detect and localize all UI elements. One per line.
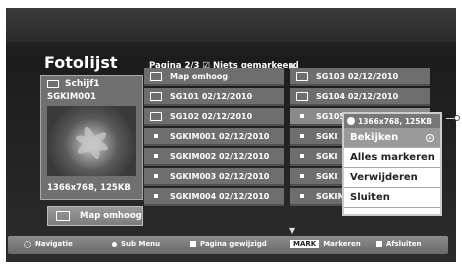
- help-navigation: Navigatie: [24, 240, 73, 248]
- file-icon: [300, 134, 304, 138]
- bottom-help-bar: Navigatie Sub Menu Pagina gewijzigd MARK…: [8, 236, 448, 254]
- pointer-dot-icon: [454, 115, 460, 121]
- scroll-down-icon[interactable]: ▼: [289, 226, 295, 235]
- list-item[interactable]: SGKIM003 02/12/2010: [144, 168, 284, 186]
- list-item[interactable]: SGKIM001 02/12/2010: [144, 128, 284, 146]
- preview-resolution: 1366x768, 125KB: [47, 183, 131, 193]
- radio-selected-icon: [426, 134, 434, 142]
- folder-up-icon: [56, 211, 70, 221]
- file-icon: [300, 154, 304, 158]
- photo-thumbnail: [47, 106, 136, 176]
- mark-key: MARK: [290, 240, 320, 248]
- menu-item-mark-all[interactable]: Alles markeren: [344, 148, 440, 168]
- file-icon: [154, 154, 158, 158]
- file-icon: [300, 114, 304, 118]
- file-icon: [154, 194, 158, 198]
- folder-icon: [150, 91, 162, 101]
- navigation-icon: [24, 240, 31, 248]
- exit-key-icon: [376, 241, 382, 247]
- folder-icon: [47, 79, 59, 88]
- folder-icon: [296, 91, 308, 101]
- preview-panel: Schijf1 SGKIM001 1366x768, 125KB: [40, 75, 143, 200]
- file-icon: [300, 174, 304, 178]
- file-icon: [154, 174, 158, 178]
- drive-label: Schijf1: [47, 79, 100, 89]
- file-icon: [154, 134, 158, 138]
- folder-icon: [150, 111, 162, 121]
- list-item[interactable]: SG104 02/12/2010: [290, 88, 430, 106]
- list-item[interactable]: SGKIM002 02/12/2010: [144, 148, 284, 166]
- help-submenu: Sub Menu: [112, 240, 160, 248]
- context-menu: 1366x768, 125KB Bekijken Alles markeren …: [342, 112, 442, 216]
- info-icon: [347, 117, 355, 125]
- context-menu-header: 1366x768, 125KB: [344, 114, 440, 128]
- list-item[interactable]: SG103 02/12/2010: [290, 68, 430, 86]
- list-item[interactable]: SGKIM004 02/12/2010: [144, 188, 284, 206]
- device-name: SGKIM001: [47, 92, 97, 102]
- folder-icon: [296, 71, 308, 81]
- help-exit: Afsluiten: [376, 240, 422, 248]
- ok-button-icon: [112, 241, 117, 247]
- map-up-button[interactable]: Map omhoog: [47, 206, 143, 226]
- menu-item-delete[interactable]: Verwijderen: [344, 168, 440, 188]
- folder-icon: [150, 71, 162, 81]
- menu-item-close[interactable]: Sluiten: [344, 188, 440, 208]
- page-title: Fotolijst: [44, 53, 118, 72]
- help-mark: MARK Markeren: [290, 240, 361, 248]
- list-item[interactable]: SG102 02/12/2010: [144, 108, 284, 126]
- menu-item-view[interactable]: Bekijken: [344, 128, 440, 148]
- top-band: [6, 8, 456, 42]
- page-change-icon: [190, 241, 196, 247]
- help-page: Pagina gewijzigd: [190, 240, 267, 248]
- file-icon: [300, 194, 304, 198]
- list-item[interactable]: Map omhoog: [144, 68, 284, 86]
- list-item[interactable]: SG101 02/12/2010: [144, 88, 284, 106]
